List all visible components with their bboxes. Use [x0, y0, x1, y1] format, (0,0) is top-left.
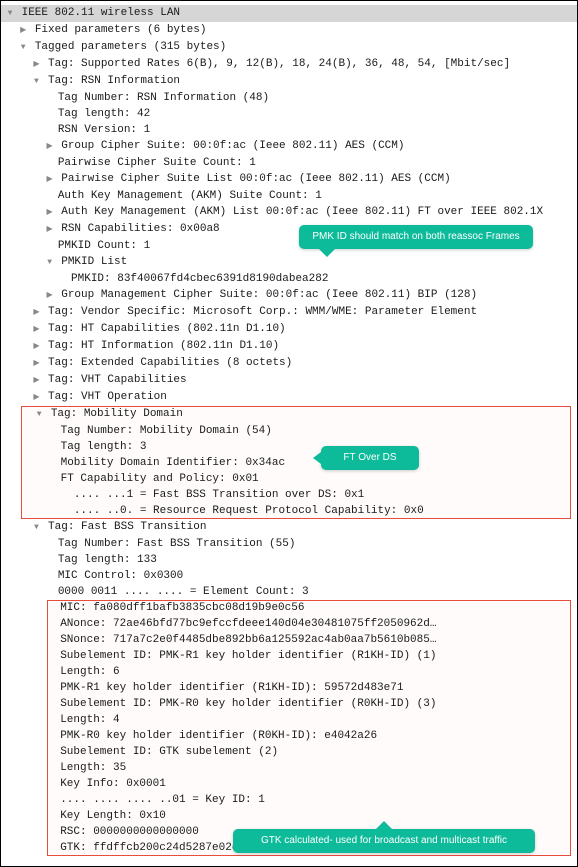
rsn-tag-length: Tag length: 42: [1, 106, 577, 122]
md-bit-rrp: .... ..0. = Resource Request Protocol Ca…: [21, 503, 571, 519]
rsn-tag-number: Tag Number: RSN Information (48): [1, 90, 577, 106]
rsn-akm-list[interactable]: Auth Key Management (AKM) List 00:0f:ac …: [1, 204, 577, 221]
chevron-down-icon[interactable]: [45, 254, 55, 271]
fbt-snonce: SNonce: 717a7c2e0f4485dbe892bb6a125592ac…: [47, 632, 571, 648]
rsn-pmkid-list[interactable]: PMKID List: [1, 254, 577, 271]
fixed-params[interactable]: Fixed parameters (6 bytes): [1, 22, 577, 39]
fbt-len3: Length: 35: [47, 760, 571, 776]
fbt-anonce: ANonce: 72ae46bfd77bc9efccfdeee140d04e30…: [47, 616, 571, 632]
fbt-tag-length: Tag length: 133: [1, 552, 577, 568]
fbt-key-length: Key Length: 0x10: [47, 808, 571, 824]
chevron-right-icon[interactable]: [31, 304, 41, 321]
md-identifier: Mobility Domain Identifier: 0x34ac: [21, 455, 571, 471]
tag-rsn[interactable]: Tag: RSN Information: [1, 73, 577, 90]
chevron-right-icon[interactable]: [45, 221, 55, 238]
tag-vendor[interactable]: Tag: Vendor Specific: Microsoft Corp.: W…: [1, 304, 577, 321]
chevron-right-icon[interactable]: [31, 56, 41, 73]
chevron-right-icon[interactable]: [45, 171, 55, 188]
md-ft-cap: FT Capability and Policy: 0x01: [21, 471, 571, 487]
chevron-down-icon[interactable]: [5, 5, 15, 22]
rsn-pmkid-value: PMKID: 83f40067fd4cbec6391d8190dabea282: [1, 271, 577, 287]
fbt-tag-number: Tag Number: Fast BSS Transition (55): [1, 536, 577, 552]
chevron-down-icon[interactable]: [31, 519, 41, 536]
fbt-len2: Length: 4: [47, 712, 571, 728]
fbt-mic-control: MIC Control: 0x0300: [1, 568, 577, 584]
chevron-right-icon[interactable]: [31, 338, 41, 355]
fbt-sub-gtk: Subelement ID: GTK subelement (2): [47, 744, 571, 760]
chevron-right-icon[interactable]: [31, 389, 41, 406]
tag-ext-cap[interactable]: Tag: Extended Capabilities (8 octets): [1, 355, 577, 372]
chevron-right-icon[interactable]: [45, 204, 55, 221]
rsn-pairwise-count: Pairwise Cipher Suite Count: 1: [1, 155, 577, 171]
md-bit-ftds: .... ...1 = Fast BSS Transition over DS:…: [21, 487, 571, 503]
fbt-key-info: Key Info: 0x0001: [47, 776, 571, 792]
callout-text: FT Over DS: [343, 452, 396, 463]
callout-tail-icon: [319, 249, 335, 257]
protocol-header[interactable]: IEEE 802.11 wireless LAN: [1, 5, 577, 22]
tag-fast-bss[interactable]: Tag: Fast BSS Transition: [1, 519, 577, 536]
tag-ht-info[interactable]: Tag: HT Information (802.11n D1.10): [1, 338, 577, 355]
rsn-gcs[interactable]: Group Cipher Suite: 00:0f:ac (Ieee 802.1…: [1, 138, 577, 155]
packet-tree: IEEE 802.11 wireless LAN Fixed parameter…: [0, 0, 578, 867]
tag-mobility-domain[interactable]: Tag: Mobility Domain: [21, 406, 571, 423]
fbt-mic: MIC: fa080dff1bafb3835cbc08d19b9e0c56: [47, 600, 571, 616]
fbt-key-id: .... .... .... ..01 = Key ID: 1: [47, 792, 571, 808]
chevron-down-icon[interactable]: [18, 39, 28, 56]
fbt-sub-r1kh: Subelement ID: PMK-R1 key holder identif…: [47, 648, 571, 664]
chevron-right-icon[interactable]: [45, 287, 55, 304]
callout-ft-over-ds: FT Over DS: [321, 446, 419, 470]
chevron-right-icon[interactable]: [45, 138, 55, 155]
chevron-right-icon[interactable]: [31, 321, 41, 338]
fbt-r0kh: PMK-R0 key holder identifier (R0KH-ID): …: [47, 728, 571, 744]
header-text: IEEE 802.11 wireless LAN: [22, 7, 180, 19]
callout-tail-icon: [376, 821, 392, 829]
rsn-gmcs[interactable]: Group Management Cipher Suite: 00:0f:ac …: [1, 287, 577, 304]
callout-pmkid: PMK ID should match on both reassoc Fram…: [299, 225, 533, 249]
tagged-params[interactable]: Tagged parameters (315 bytes): [1, 39, 577, 56]
rsn-akm-count: Auth Key Management (AKM) Suite Count: 1: [1, 188, 577, 204]
chevron-down-icon[interactable]: [34, 406, 44, 423]
tag-supported-rates[interactable]: Tag: Supported Rates 6(B), 9, 12(B), 18,…: [1, 56, 577, 73]
callout-text: GTK calculated- used for broadcast and m…: [261, 835, 507, 846]
tag-vht-cap[interactable]: Tag: VHT Capabilities: [1, 372, 577, 389]
chevron-right-icon[interactable]: [31, 372, 41, 389]
chevron-right-icon[interactable]: [31, 355, 41, 372]
rsn-version: RSN Version: 1: [1, 122, 577, 138]
tag-vht-op[interactable]: Tag: VHT Operation: [1, 389, 577, 406]
chevron-right-icon[interactable]: [18, 22, 28, 39]
callout-gtk: GTK calculated- used for broadcast and m…: [233, 829, 535, 853]
tag-ht-cap[interactable]: Tag: HT Capabilities (802.11n D1.10): [1, 321, 577, 338]
fbt-len1: Length: 6: [47, 664, 571, 680]
fbt-sub-r0kh: Subelement ID: PMK-R0 key holder identif…: [47, 696, 571, 712]
chevron-down-icon[interactable]: [31, 73, 41, 90]
md-tag-number: Tag Number: Mobility Domain (54): [21, 423, 571, 439]
callout-tail-icon: [313, 452, 321, 464]
fbt-r1kh: PMK-R1 key holder identifier (R1KH-ID): …: [47, 680, 571, 696]
md-tag-length: Tag length: 3: [21, 439, 571, 455]
rsn-pairwise-list[interactable]: Pairwise Cipher Suite List 00:0f:ac (Iee…: [1, 171, 577, 188]
callout-text: PMK ID should match on both reassoc Fram…: [312, 231, 519, 242]
fbt-element-count: 0000 0011 .... .... = Element Count: 3: [1, 584, 577, 600]
